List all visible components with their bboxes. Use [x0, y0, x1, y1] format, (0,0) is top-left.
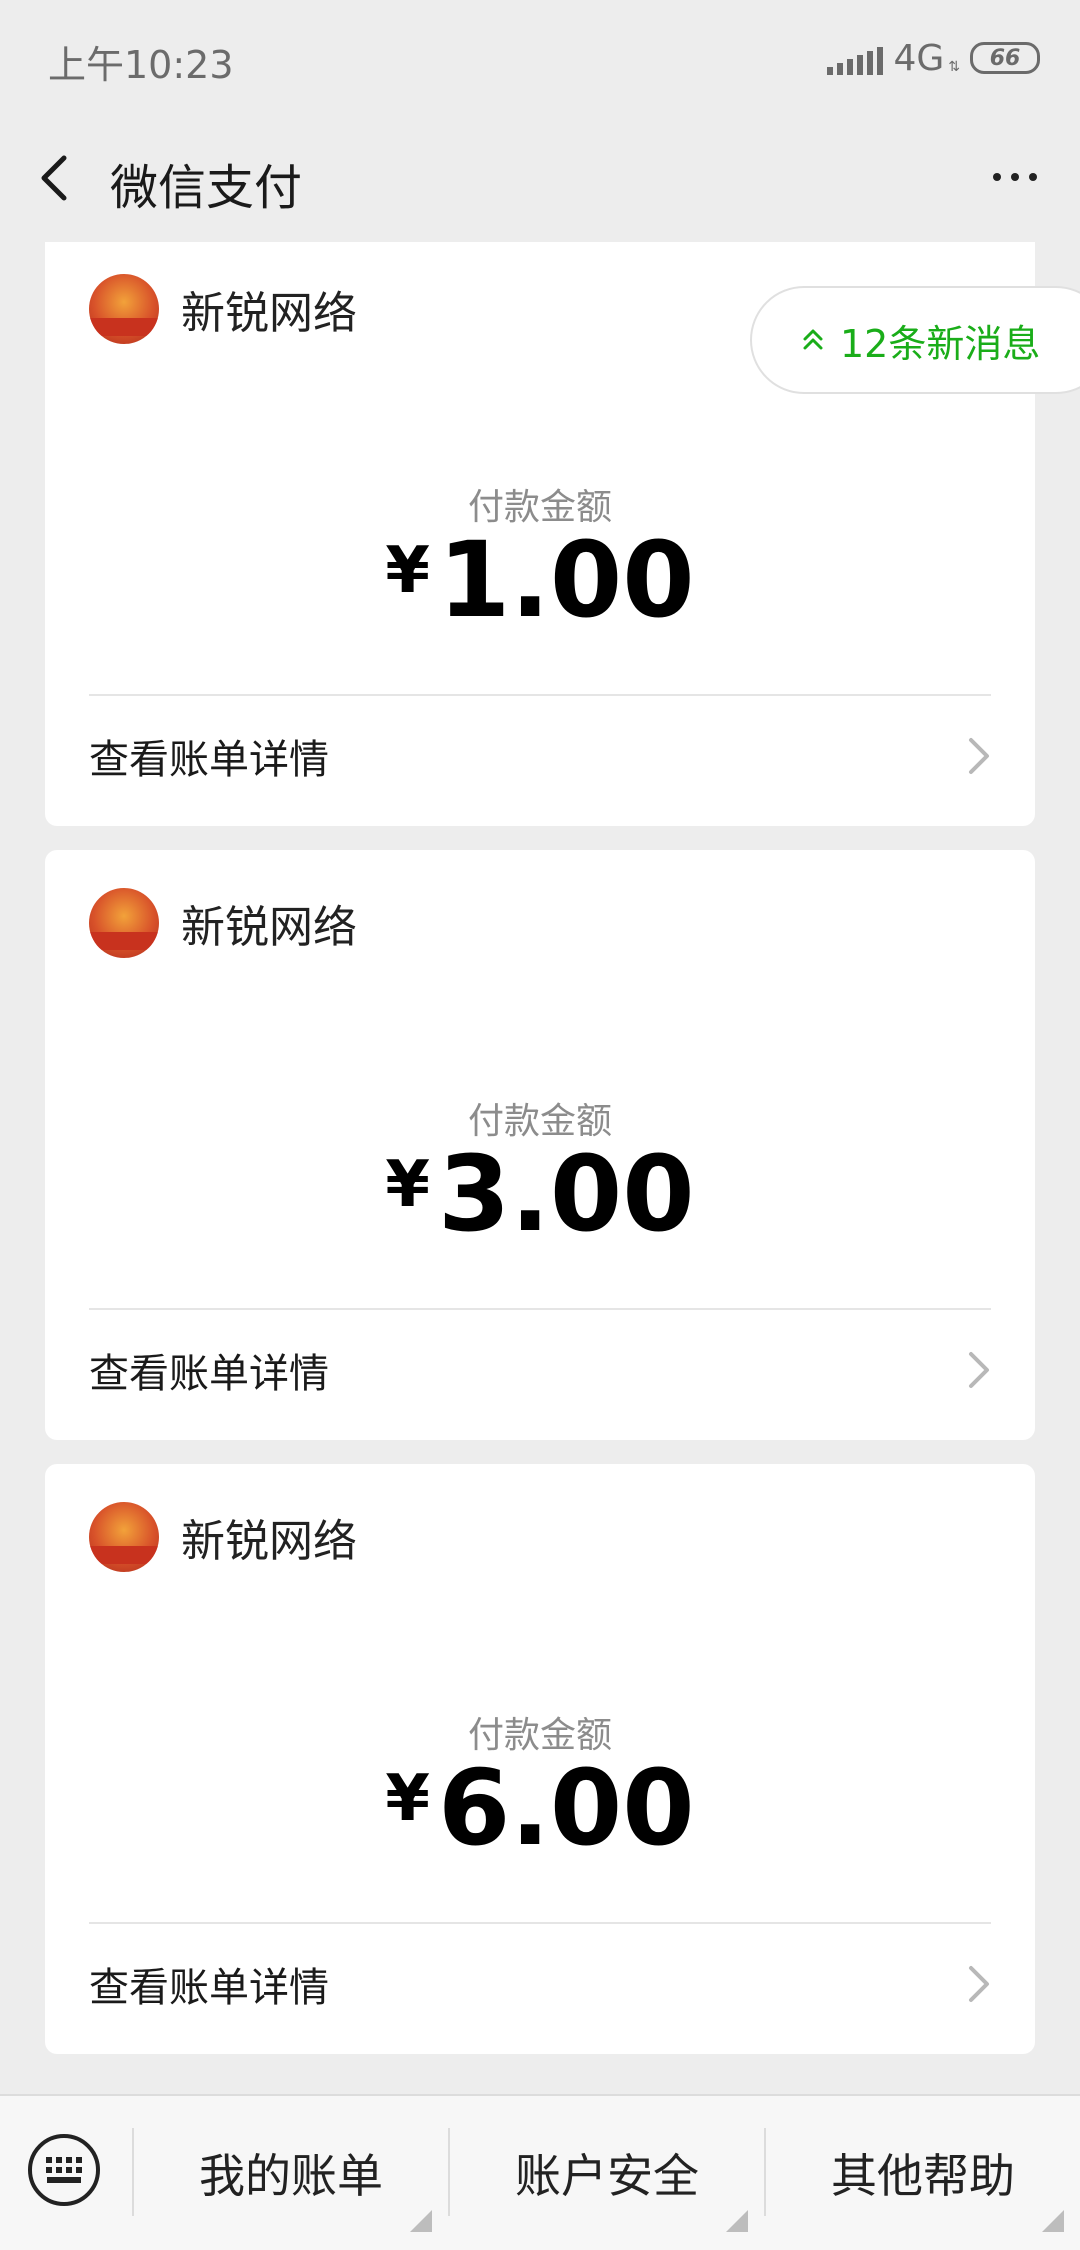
payment-card: 新锐网络 付款金额 ¥ 3.00 查看账单详情 — [45, 850, 1035, 1440]
bottom-menu-bar: 我的账单 账户安全 其他帮助 — [0, 2094, 1080, 2250]
nav-bar: 微信支付 — [0, 120, 1080, 242]
amount: ¥ 6.00 — [45, 1756, 1035, 1860]
view-bill-details-label: 查看账单详情 — [89, 1351, 329, 1397]
merchant-header: 新锐网络 — [89, 274, 357, 344]
network-type: 4G — [893, 37, 945, 79]
merchant-name: 新锐网络 — [181, 902, 357, 953]
submenu-indicator-icon — [410, 2210, 432, 2232]
signal-icon — [827, 41, 884, 75]
page-title: 微信支付 — [110, 160, 303, 216]
divider — [89, 694, 991, 696]
new-messages-button[interactable]: 12条新消息 — [750, 286, 1080, 394]
chevron-right-icon — [969, 738, 989, 774]
payment-card: 新锐网络 付款金额 ¥ 6.00 查看账单详情 — [45, 1464, 1035, 2054]
merchant-logo — [89, 888, 159, 958]
status-indicators: 4G ⇅ 66 — [827, 36, 1040, 80]
menu-other-help[interactable]: 其他帮助 — [766, 2096, 1080, 2250]
currency-symbol: ¥ — [385, 1762, 430, 1836]
amount: ¥ 1.00 — [45, 528, 1035, 632]
data-activity-icon: ⇅ — [948, 59, 960, 75]
menu-other-help-label: 其他帮助 — [831, 2149, 1015, 2203]
divider — [89, 1922, 991, 1924]
more-options-icon[interactable] — [980, 152, 1050, 202]
merchant-header: 新锐网络 — [89, 1502, 357, 1572]
back-arrow-icon[interactable] — [30, 148, 80, 208]
view-bill-details-label: 查看账单详情 — [89, 737, 329, 783]
submenu-indicator-icon — [726, 2210, 748, 2232]
keyboard-toggle-icon[interactable] — [28, 2134, 100, 2206]
status-bar: 上午10:23 4G ⇅ 66 — [0, 0, 1080, 120]
currency-symbol: ¥ — [385, 534, 430, 608]
battery-level: 66 — [989, 45, 1021, 71]
amount-value: 3.00 — [437, 1133, 695, 1255]
submenu-indicator-icon — [1042, 2210, 1064, 2232]
battery-icon: 66 — [970, 42, 1040, 74]
status-time: 上午10:23 — [48, 43, 234, 87]
double-chevron-up-icon — [803, 329, 823, 350]
merchant-name: 新锐网络 — [181, 288, 357, 339]
chevron-right-icon — [969, 1966, 989, 2002]
view-bill-details-row[interactable]: 查看账单详情 — [89, 706, 991, 806]
new-messages-label: 12条新消息 — [840, 321, 1041, 366]
menu-my-bills[interactable]: 我的账单 — [134, 2096, 448, 2250]
amount: ¥ 3.00 — [45, 1142, 1035, 1246]
menu-account-security-label: 账户安全 — [515, 2149, 699, 2203]
merchant-logo — [89, 1502, 159, 1572]
amount-value: 6.00 — [437, 1747, 695, 1869]
view-bill-details-row[interactable]: 查看账单详情 — [89, 1934, 991, 2034]
divider — [89, 1308, 991, 1310]
merchant-header: 新锐网络 — [89, 888, 357, 958]
amount-value: 1.00 — [437, 519, 695, 641]
menu-my-bills-label: 我的账单 — [199, 2149, 383, 2203]
merchant-logo — [89, 274, 159, 344]
view-bill-details-label: 查看账单详情 — [89, 1965, 329, 2011]
currency-symbol: ¥ — [385, 1148, 430, 1222]
view-bill-details-row[interactable]: 查看账单详情 — [89, 1320, 991, 1420]
merchant-name: 新锐网络 — [181, 1516, 357, 1567]
menu-account-security[interactable]: 账户安全 — [450, 2096, 764, 2250]
chevron-right-icon — [969, 1352, 989, 1388]
